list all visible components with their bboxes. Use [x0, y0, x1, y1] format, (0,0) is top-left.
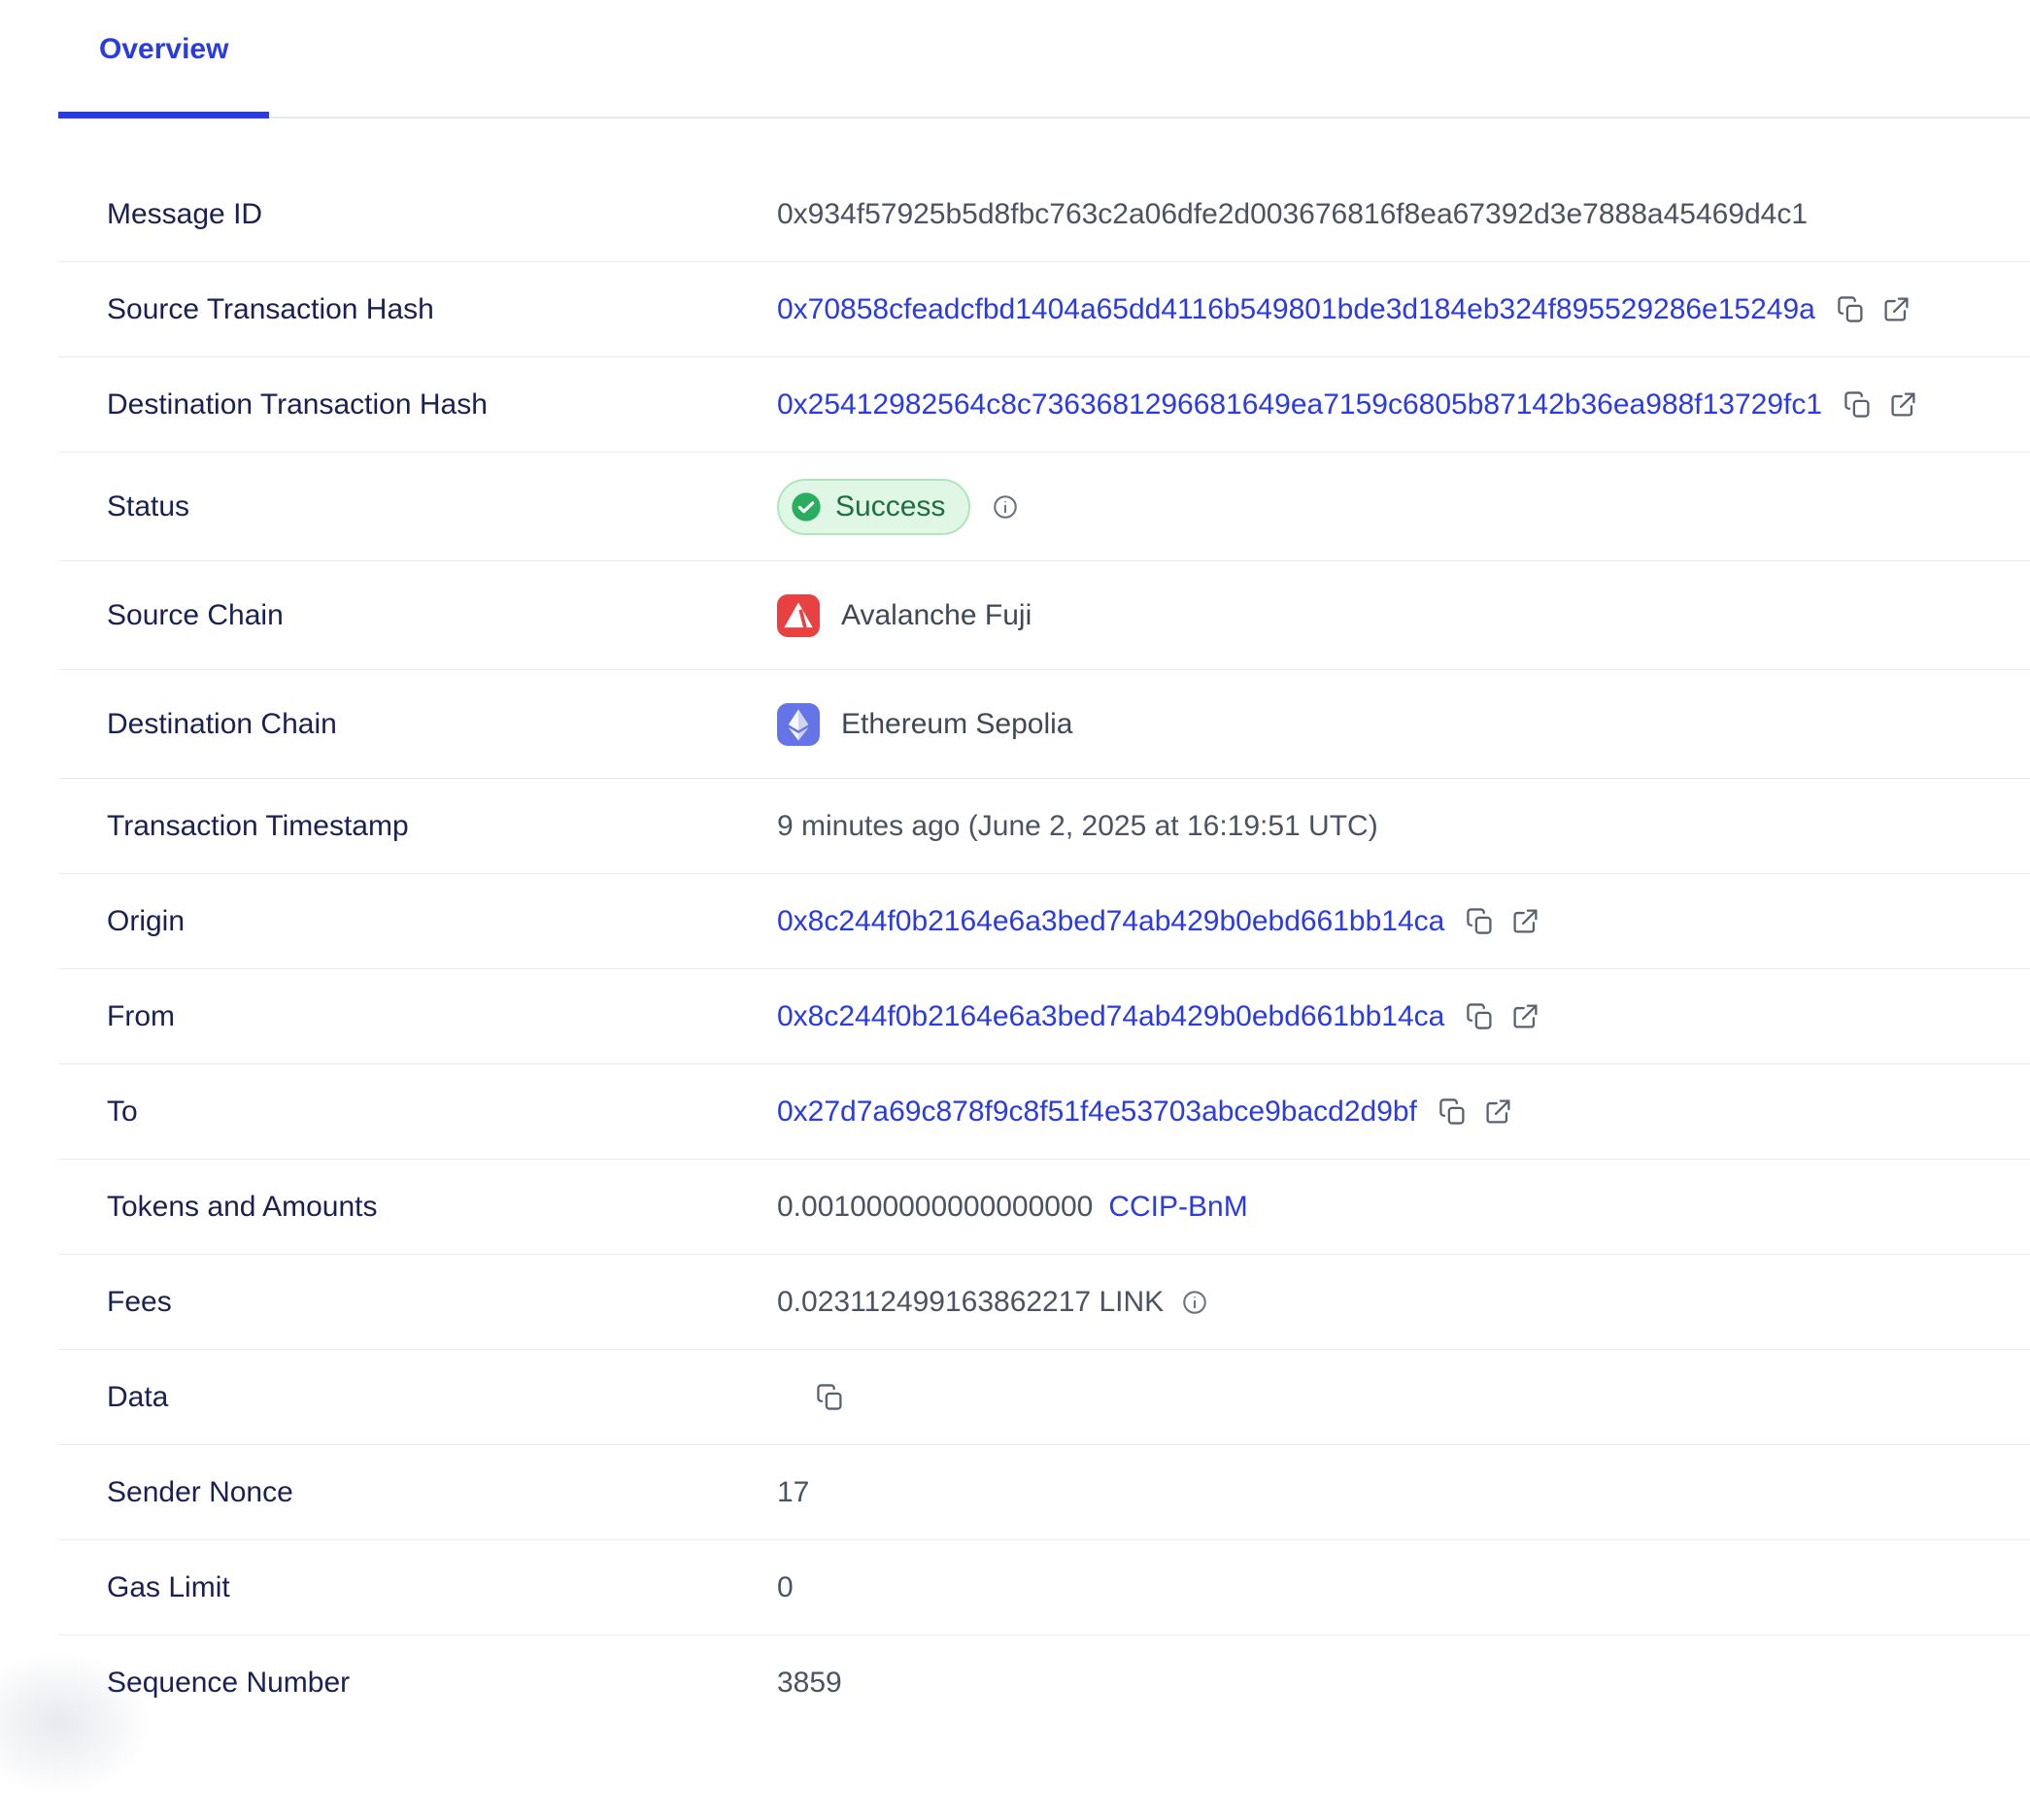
external-link-icon[interactable] — [1511, 907, 1539, 935]
row-gas-limit: Gas Limit 0 — [58, 1540, 2030, 1635]
row-sequence-number: Sequence Number 3859 — [58, 1635, 2030, 1731]
copy-icon[interactable] — [1438, 1097, 1467, 1126]
from-label: From — [58, 1000, 777, 1033]
info-icon[interactable] — [1181, 1289, 1208, 1316]
tab-overview[interactable]: Overview — [58, 0, 269, 117]
dest-tx-hash-link[interactable]: 0x25412982564c8c7363681296681649ea7159c6… — [777, 388, 1822, 421]
row-dest-chain: Destination Chain Ethereum Sepolia — [58, 670, 2030, 779]
fees-label: Fees — [58, 1286, 777, 1319]
external-link-icon[interactable] — [1484, 1097, 1512, 1126]
row-dest-tx-hash: Destination Transaction Hash 0x254129825… — [58, 357, 2030, 453]
info-icon[interactable] — [992, 493, 1019, 521]
copy-icon[interactable] — [1466, 1002, 1494, 1030]
ethereum-sepolia-icon — [777, 703, 820, 746]
sender-nonce-label: Sender Nonce — [58, 1476, 777, 1509]
copy-icon[interactable] — [1844, 390, 1872, 419]
tokens-amounts-label: Tokens and Amounts — [58, 1191, 777, 1224]
message-id-label: Message ID — [58, 198, 777, 231]
source-tx-hash-link[interactable]: 0x70858cfeadcfbd1404a65dd4116b549801bde3… — [777, 293, 1815, 326]
dest-chain-name: Ethereum Sepolia — [841, 708, 1072, 741]
copy-icon[interactable] — [816, 1383, 844, 1411]
row-data: Data — [58, 1350, 2030, 1445]
row-message-id: Message ID 0x934f57925b5d8fbc763c2a06dfe… — [58, 167, 2030, 262]
external-link-icon[interactable] — [1882, 295, 1911, 323]
external-link-icon[interactable] — [1511, 1002, 1539, 1030]
row-source-tx-hash: Source Transaction Hash 0x70858cfeadcfbd… — [58, 262, 2030, 357]
sequence-number-value: 3859 — [777, 1667, 842, 1700]
status-badge: Success — [777, 479, 970, 535]
check-circle-icon — [791, 491, 822, 522]
to-label: To — [58, 1095, 777, 1129]
token-amount-value: 0.001000000000000000 — [777, 1191, 1093, 1224]
row-sender-nonce: Sender Nonce 17 — [58, 1445, 2030, 1540]
row-status: Status Success — [58, 453, 2030, 561]
status-badge-text: Success — [835, 490, 945, 523]
fees-value: 0.023112499163862217 LINK — [777, 1286, 1164, 1319]
tab-bar: Overview — [58, 0, 2030, 118]
origin-address-link[interactable]: 0x8c244f0b2164e6a3bed74ab429b0ebd661bb14… — [777, 905, 1444, 938]
source-chain-name: Avalanche Fuji — [841, 599, 1032, 632]
status-label: Status — [58, 490, 777, 523]
row-fees: Fees 0.023112499163862217 LINK — [58, 1255, 2030, 1350]
row-origin: Origin 0x8c244f0b2164e6a3bed74ab429b0ebd… — [58, 874, 2030, 969]
timestamp-value: 9 minutes ago (June 2, 2025 at 16:19:51 … — [777, 810, 1378, 843]
data-label: Data — [58, 1381, 777, 1414]
source-chain-label: Source Chain — [58, 599, 777, 632]
dest-chain-label: Destination Chain — [58, 708, 777, 741]
message-id-value: 0x934f57925b5d8fbc763c2a06dfe2d003676816… — [777, 198, 1808, 231]
sender-nonce-value: 17 — [777, 1476, 809, 1509]
transaction-details-table: Message ID 0x934f57925b5d8fbc763c2a06dfe… — [58, 167, 2030, 1731]
origin-label: Origin — [58, 905, 777, 938]
row-to: To 0x27d7a69c878f9c8f51f4e53703abce9bacd… — [58, 1064, 2030, 1160]
row-timestamp: Transaction Timestamp 9 minutes ago (Jun… — [58, 779, 2030, 874]
token-symbol-link[interactable]: CCIP-BnM — [1108, 1191, 1247, 1224]
external-link-icon[interactable] — [1889, 390, 1917, 419]
sequence-number-label: Sequence Number — [58, 1667, 777, 1700]
timestamp-label: Transaction Timestamp — [58, 810, 777, 843]
to-address-link[interactable]: 0x27d7a69c878f9c8f51f4e53703abce9bacd2d9… — [777, 1095, 1417, 1129]
row-source-chain: Source Chain Avalanche Fuji — [58, 561, 2030, 670]
gas-limit-label: Gas Limit — [58, 1571, 777, 1604]
dest-tx-hash-label: Destination Transaction Hash — [58, 388, 777, 421]
row-tokens-amounts: Tokens and Amounts 0.001000000000000000 … — [58, 1160, 2030, 1255]
from-address-link[interactable]: 0x8c244f0b2164e6a3bed74ab429b0ebd661bb14… — [777, 1000, 1444, 1033]
gas-limit-value: 0 — [777, 1571, 794, 1604]
overview-panel: Overview Message ID 0x934f57925b5d8fbc76… — [58, 0, 2030, 1731]
copy-icon[interactable] — [1466, 907, 1494, 935]
row-from: From 0x8c244f0b2164e6a3bed74ab429b0ebd66… — [58, 969, 2030, 1064]
copy-icon[interactable] — [1837, 295, 1865, 323]
avalanche-fuji-icon — [777, 594, 820, 637]
source-tx-hash-label: Source Transaction Hash — [58, 293, 777, 326]
